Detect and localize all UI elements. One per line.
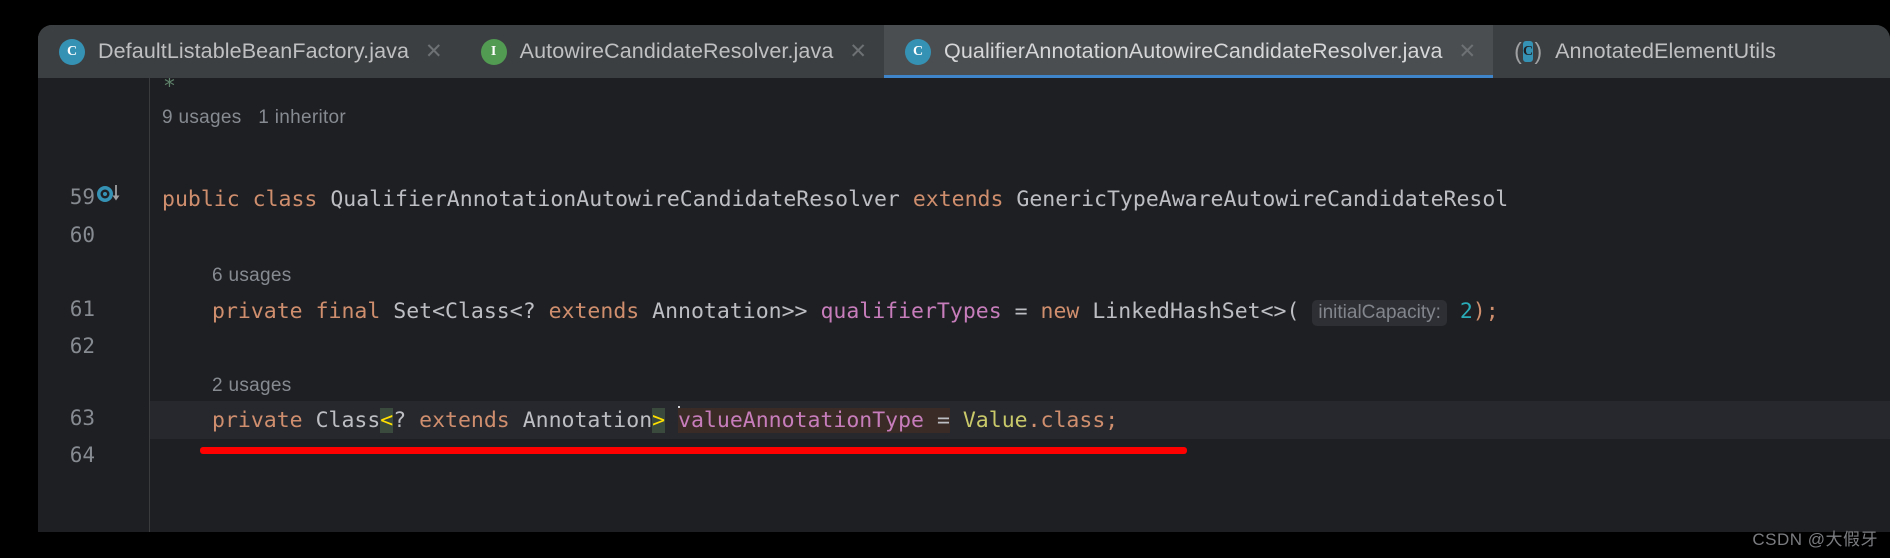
keyword-extends: extends (912, 187, 1004, 212)
code-line-59: public class QualifierAnnotationAutowire… (162, 182, 1508, 218)
ide-editor-window: C DefaultListableBeanFactory.java ✕ I Au… (38, 25, 1890, 532)
editor-tab-label: DefaultListableBeanFactory.java (98, 39, 410, 63)
assignment-operator: = (936, 408, 950, 433)
constructor-call: LinkedHashSet<>( (1092, 299, 1300, 324)
keyword-extends: extends (419, 408, 510, 433)
watermark-label: CSDN @大假牙 (1752, 530, 1878, 549)
class-icon: C (59, 38, 85, 65)
code-line-61: private final Set<Class<? extends Annota… (212, 294, 1499, 330)
modifier-final: final (315, 299, 381, 324)
editor-tab-AutowireCandidateResolver[interactable]: I AutowireCandidateResolver.java ✕ (459, 25, 884, 78)
code-vision-hint[interactable]: 6 usages (212, 261, 292, 291)
line-number: 63 (69, 406, 95, 430)
code-editor[interactable]: 59 60 61 62 63 64 9 usages 1 inheritor p… (38, 78, 1890, 532)
generic-type-part2: Annotation>> (639, 299, 808, 324)
class-reference-Value: Value (962, 408, 1028, 433)
line-number: 61 (69, 297, 95, 321)
implemented-method-marker-icon[interactable] (96, 182, 126, 210)
close-icon[interactable]: ✕ (425, 41, 443, 62)
semicolon: ; (1105, 408, 1119, 433)
field-name-valueAnnotationType: valueAnnotationType (678, 408, 924, 433)
keyword-new: new (1040, 299, 1080, 324)
code-vision-hint[interactable]: 9 usages 1 inheritor (162, 103, 346, 133)
space (924, 408, 937, 433)
superclass-name: GenericTypeAwareAutowireCandidateResol (1016, 187, 1509, 212)
partial-comment-line: * (150, 78, 176, 88)
library-class-letter: C (1522, 41, 1534, 62)
interface-icon: I (480, 38, 507, 65)
generic-type-part1: Set<Class<? (393, 299, 549, 324)
matching-angle-bracket-open: < (380, 408, 394, 433)
line-number: 64 (69, 443, 95, 467)
matching-angle-bracket-close: > (652, 408, 666, 433)
type-Class: Class (315, 408, 381, 433)
editor-tab-label: AnnotatedElementUtils (1555, 39, 1776, 63)
editor-tab-label: AutowireCandidateResolver.java (519, 39, 834, 63)
editor-tab-QualifierAnnotationAutowireCandidateResolver[interactable]: C QualifierAnnotationAutowireCandidateRe… (884, 25, 1494, 78)
library-class-icon: ( C ) (1514, 39, 1542, 65)
parameter-name-hint[interactable]: initialCapacity: (1312, 300, 1447, 326)
line-number: 59 (69, 185, 95, 209)
editor-gutter[interactable]: 59 60 61 62 63 64 (38, 78, 150, 532)
code-vision-hint[interactable]: 2 usages (212, 371, 292, 401)
class-literal-suffix: .class (1027, 408, 1106, 433)
number-literal: 2 (1459, 299, 1473, 324)
paren-left: ( (1514, 38, 1522, 64)
keyword-public: public (162, 187, 240, 212)
class-icon: C (905, 38, 931, 65)
modifier-private: private (212, 408, 303, 433)
line-number: 60 (69, 223, 95, 247)
statement-tail: ); (1472, 299, 1499, 324)
inner-type-Annotation: Annotation (509, 408, 653, 433)
keyword-class: class (252, 187, 318, 212)
paren-right: ) (1534, 38, 1543, 64)
line-number: 62 (69, 334, 95, 358)
editor-tab-label: QualifierAnnotationAutowireCandidateReso… (944, 39, 1443, 63)
keyword-extends: extends (548, 299, 640, 324)
code-content[interactable]: * 9 usages 1 inheritor public class Qual… (150, 78, 1890, 532)
modifier-private: private (212, 299, 303, 324)
editor-tab-DefaultListableBeanFactory[interactable]: C DefaultListableBeanFactory.java ✕ (38, 25, 460, 78)
editor-tab-bar: C DefaultListableBeanFactory.java ✕ I Au… (38, 25, 1890, 78)
code-line-63: private Class<? extends Annotation> valu… (212, 403, 1118, 439)
assignment-operator: = (1014, 299, 1028, 324)
close-icon[interactable]: ✕ (1459, 41, 1477, 62)
screenshot-root: C DefaultListableBeanFactory.java ✕ I Au… (0, 0, 1890, 558)
class-name-declaration: QualifierAnnotationAutowireCandidateReso… (330, 187, 900, 212)
wildcard-token: ? (393, 408, 420, 433)
close-icon[interactable]: ✕ (849, 41, 867, 62)
editor-tab-AnnotatedElementUtils[interactable]: ( C ) AnnotatedElementUtils (1493, 25, 1793, 78)
red-annotation-underline (200, 447, 1187, 454)
field-name-qualifierTypes: qualifierTypes (820, 299, 1002, 324)
